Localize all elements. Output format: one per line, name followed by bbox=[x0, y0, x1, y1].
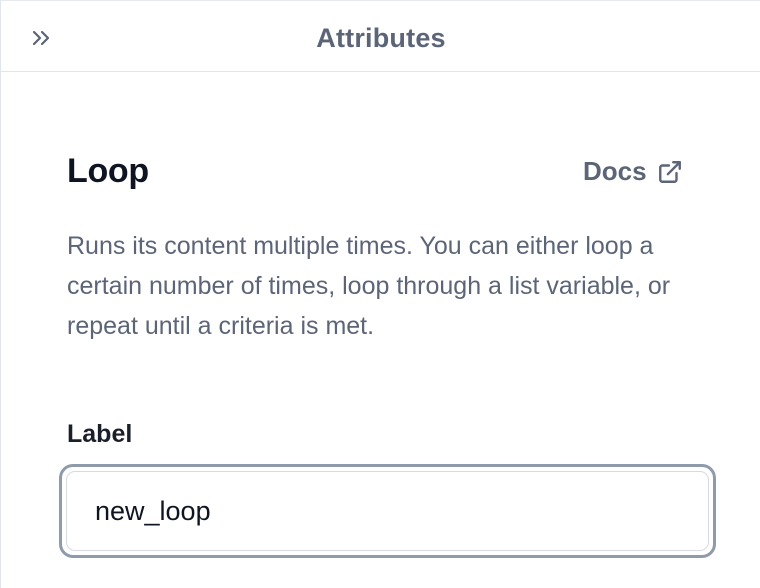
panel-title: Attributes bbox=[316, 23, 446, 53]
docs-link[interactable]: Docs bbox=[583, 156, 683, 187]
label-input-focus-ring bbox=[59, 464, 716, 558]
block-title: Loop bbox=[67, 152, 149, 190]
label-field-label: Label bbox=[67, 420, 133, 448]
panel-header: Attributes bbox=[1, 0, 760, 72]
docs-link-label: Docs bbox=[583, 156, 647, 186]
attributes-panel: Attributes Loop Docs Runs its content mu… bbox=[0, 0, 760, 588]
external-link-icon bbox=[657, 159, 683, 185]
label-input[interactable] bbox=[66, 471, 709, 551]
block-description: Runs its content multiple times. You can… bbox=[67, 232, 671, 340]
